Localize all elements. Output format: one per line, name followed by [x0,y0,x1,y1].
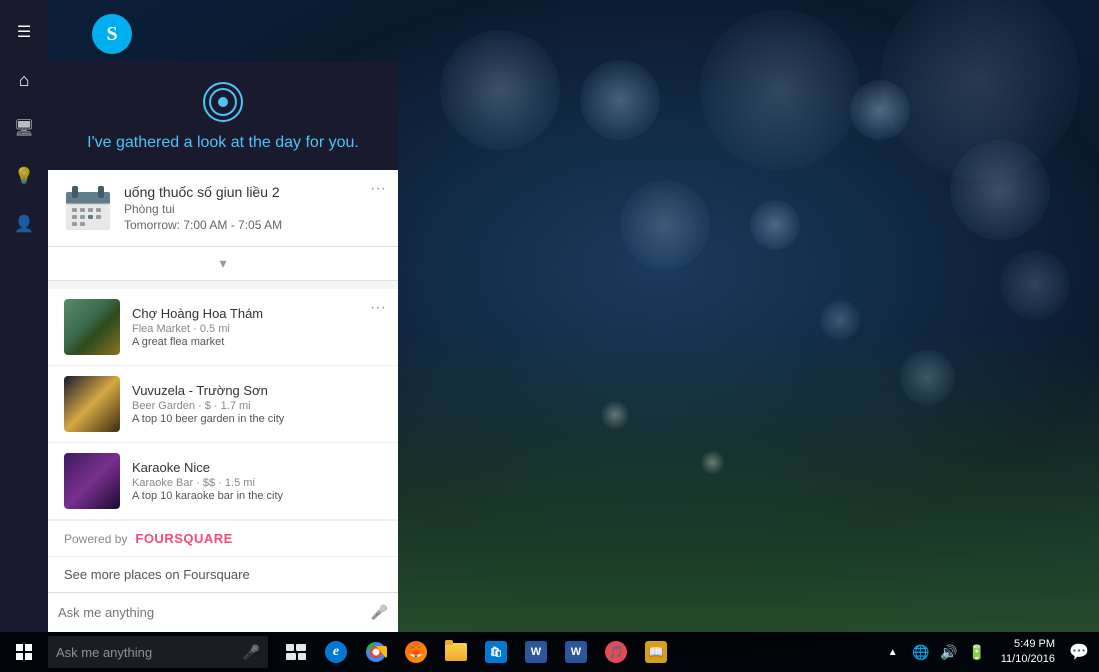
word-button[interactable]: W [516,632,556,672]
cortana-content[interactable]: uống thuốc số giun liều 2 Phòng tui Tomo… [48,170,398,592]
calendar-more-options[interactable]: ··· [370,180,386,198]
place-name-2: Vuvuzela - Trường Sơn [132,383,284,398]
cortana-header: I've gathered a look at the day for you. [48,62,398,170]
place-thumbnail-2 [64,376,120,432]
microphone-icon[interactable]: 🎤 [371,604,388,621]
volume-icon[interactable]: 🔊 [937,632,961,672]
place-description-2: A top 10 beer garden in the city [132,413,284,425]
store-icon: 🛍 [485,641,507,663]
firefox-button[interactable]: 🦊 [396,632,436,672]
foursquare-branding: Powered by FOURSQUARE [48,520,398,556]
calendar-icon [64,184,112,232]
taskbar-app-icons: e 🦊 🛍 W [276,632,676,672]
chrome-icon [365,641,387,663]
lightbulb-icon: 💡 [14,166,34,186]
calendar-event-title: uống thuốc số giun liều 2 [124,184,282,200]
chrome-button[interactable] [356,632,396,672]
place-category-2: Beer Garden · $ · 1.7 mi [132,400,284,412]
taskbar-mic-icon[interactable]: 🎤 [243,644,260,661]
place-description-1: A great flea market [132,336,263,348]
cortana-sidebar: ☰ ⌂ 🖥 💡 👤 [0,0,48,632]
sidebar-item-home[interactable]: ⌂ [0,56,48,104]
place-category-3: Karaoke Bar · $$ · 1.5 mi [132,477,283,489]
word2-button[interactable]: W [556,632,596,672]
places-card: ··· Chợ Hoàng Hoa Thám Flea Market · 0.5… [48,289,398,592]
sidebar-item-interests[interactable]: 💡 [0,152,48,200]
system-tray: ▲ 🌐 🔊 🔋 5:49 PM 11/10/2016 💬 [881,632,1099,672]
place-thumbnail-3 [64,453,120,509]
cortana-search-input[interactable] [58,605,371,620]
action-center-icon[interactable]: 💬 [1067,632,1091,672]
place-description-3: A top 10 karaoke bar in the city [132,490,283,502]
groove-button[interactable]: 🎵 [596,632,636,672]
battery-icon[interactable]: 🔋 [965,632,989,672]
cortana-search-bar[interactable]: 🎤 [48,592,398,632]
place-item[interactable]: Vuvuzela - Trường Sơn Beer Garden · $ · … [48,366,398,443]
foursquare-logo: FOURSQUARE [135,531,232,546]
cortana-circle [209,88,237,116]
file-explorer-icon [445,643,467,661]
calendar-info: uống thuốc số giun liều 2 Phòng tui Tomo… [124,184,282,232]
word2-icon: W [565,641,587,663]
calendar-event-time: Tomorrow: 7:00 AM - 7:05 AM [124,218,282,232]
place-item[interactable]: Karaoke Nice Karaoke Bar · $$ · 1.5 mi A… [48,443,398,520]
reader-icon: 📖 [645,641,667,663]
reader-button[interactable]: 📖 [636,632,676,672]
place-info-2: Vuvuzela - Trường Sơn Beer Garden · $ · … [132,383,284,425]
edge-icon: e [325,641,347,663]
cortana-panel: I've gathered a look at the day for you. [48,62,398,632]
home-icon: ⌂ [19,70,30,91]
file-explorer-button[interactable] [436,632,476,672]
place-name-3: Karaoke Nice [132,460,283,475]
place-thumbnail-1 [64,299,120,355]
cortana-greeting: I've gathered a look at the day for you. [87,132,359,154]
see-more-foursquare[interactable]: See more places on Foursquare [48,556,398,592]
place-name-1: Chợ Hoàng Hoa Thám [132,306,263,321]
cortana-logo [203,82,243,122]
windows-logo [16,644,32,660]
word-icon: W [525,641,547,663]
taskbar-search-input[interactable] [56,645,243,660]
calendar-expand-button[interactable]: ▾ [48,247,398,281]
task-view-icon [286,644,306,660]
sidebar-item-myday[interactable]: 🖥 [0,104,48,152]
powered-by-label: Powered by [64,532,127,546]
tray-clock[interactable]: 5:49 PM 11/10/2016 [993,637,1063,668]
firefox-icon: 🦊 [405,641,427,663]
place-info-1: Chợ Hoàng Hoa Thám Flea Market · 0.5 mi … [132,306,263,348]
groove-icon: 🎵 [605,641,627,663]
start-button[interactable] [0,632,48,672]
task-view-button[interactable] [276,632,316,672]
place-item[interactable]: Chợ Hoàng Hoa Thám Flea Market · 0.5 mi … [48,289,398,366]
edge-button[interactable]: e [316,632,356,672]
places-more-options[interactable]: ··· [370,299,386,317]
sidebar-item-menu[interactable]: ☰ [0,8,48,56]
skype-icon[interactable]: S [88,10,136,58]
tray-icon-up[interactable]: ▲ [881,632,905,672]
sidebar-item-reminders[interactable]: 👤 [0,200,48,248]
network-icon[interactable]: 🌐 [909,632,933,672]
tray-date-display: 11/10/2016 [1001,652,1055,667]
taskbar-search[interactable]: 🎤 [48,636,268,668]
calendar-card[interactable]: uống thuốc số giun liều 2 Phòng tui Tomo… [48,170,398,247]
place-category-1: Flea Market · 0.5 mi [132,323,263,335]
taskbar: 🎤 e 🦊 [0,632,1099,672]
tray-time-display: 5:49 PM [1001,637,1055,652]
calendar-event-room: Phòng tui [124,202,282,216]
place-info-3: Karaoke Nice Karaoke Bar · $$ · 1.5 mi A… [132,460,283,502]
grass-decoration [300,332,1099,632]
menu-icon: ☰ [17,22,31,42]
store-button[interactable]: 🛍 [476,632,516,672]
chevron-down-icon: ▾ [219,255,226,271]
people-icon: 👤 [14,214,34,234]
monitor-icon: 🖥 [14,118,34,138]
